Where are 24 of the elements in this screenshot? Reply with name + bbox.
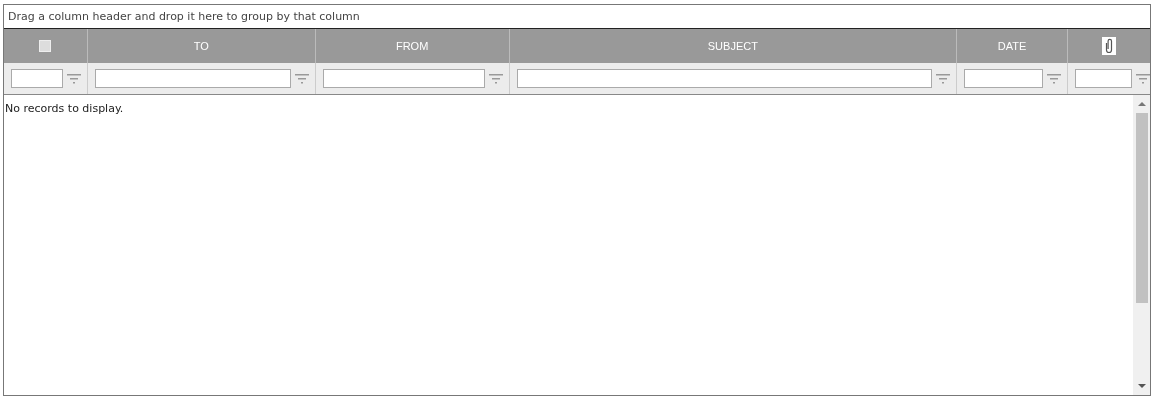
- column-header[interactable]: FROM: [395, 40, 429, 52]
- filter-icon[interactable]: [1136, 73, 1150, 84]
- filter-field[interactable]: [322, 69, 485, 88]
- filter-field[interactable]: [516, 69, 932, 88]
- filter-field[interactable]: [11, 69, 63, 88]
- paperclip-icon[interactable]: [1102, 37, 1116, 55]
- empty-message: No records to display.: [5, 102, 124, 115]
- select-all-checkbox[interactable]: [39, 40, 52, 52]
- filter-icon[interactable]: [936, 73, 950, 84]
- scroll-up-icon[interactable]: [1137, 101, 1146, 107]
- scrollbar-thumb[interactable]: [1135, 113, 1148, 303]
- filter-field[interactable]: [1075, 69, 1132, 88]
- group-hint: Drag a column header and drop it here to group by that column: [8, 10, 360, 23]
- filter-icon[interactable]: [294, 73, 309, 84]
- filter-icon[interactable]: [67, 73, 81, 84]
- column-header[interactable]: TO: [193, 40, 209, 52]
- scrollbar[interactable]: [1133, 95, 1150, 395]
- filter-icon[interactable]: [1047, 73, 1061, 84]
- filter-icon[interactable]: [488, 73, 503, 84]
- filter-field[interactable]: [964, 69, 1043, 88]
- column-header[interactable]: SUBJECT: [707, 40, 758, 52]
- column-header[interactable]: DATE: [997, 40, 1027, 52]
- scroll-down-icon[interactable]: [1137, 383, 1146, 389]
- filter-field[interactable]: [95, 69, 291, 88]
